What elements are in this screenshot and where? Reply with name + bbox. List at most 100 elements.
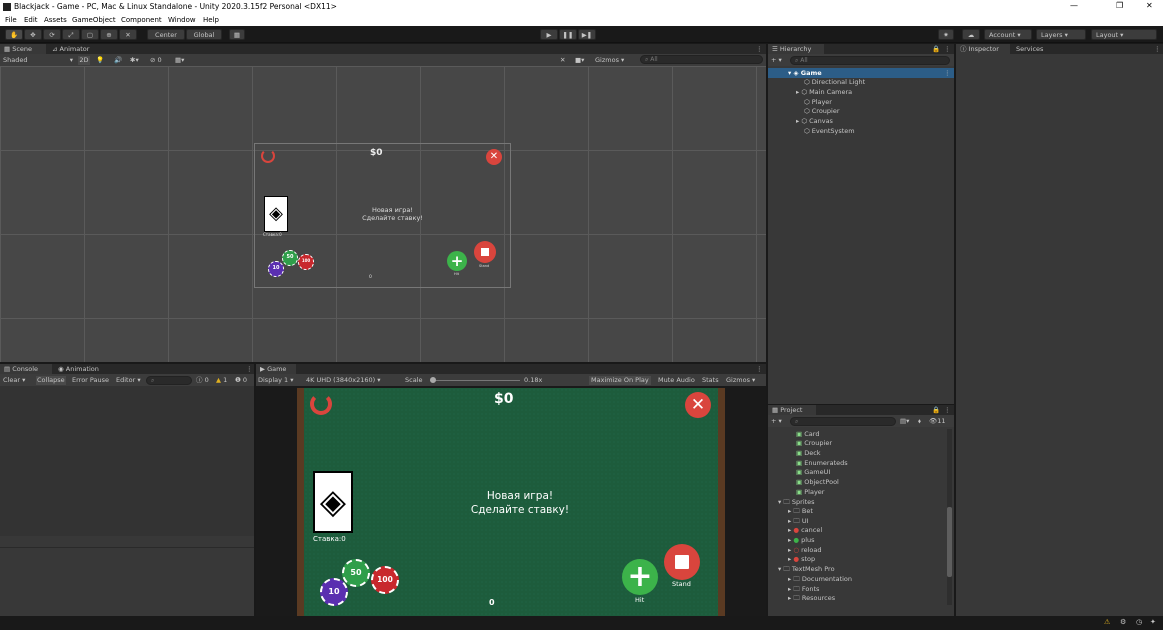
hit-button[interactable]: + (622, 559, 658, 595)
resolution-dropdown[interactable]: 4K UHD (3840x2160) ▾ (306, 376, 381, 385)
scale-slider[interactable] (430, 377, 520, 383)
reload-icon[interactable] (310, 393, 332, 415)
project-item-enumerateds[interactable]: ▣ Enumerateds (796, 459, 848, 467)
hierarchy-selected-row[interactable]: ▾ ◈ Game ⋮ (768, 68, 954, 78)
project-item-card[interactable]: ▣ Card (796, 430, 819, 438)
effects-icon[interactable]: ✱▾ (130, 56, 139, 65)
camera-icon[interactable]: ■▾ (575, 56, 584, 65)
scene-search-input[interactable]: ⌕ All (640, 55, 763, 64)
tab-animation[interactable]: ◉ Animation (54, 364, 108, 374)
layers-dropdown[interactable]: Layers ▾ (1036, 29, 1086, 40)
tab-hierarchy[interactable]: ☰ Hierarchy (768, 44, 824, 54)
tools-icon[interactable]: ✕ (560, 56, 565, 65)
collab-icon[interactable]: ✷ (938, 29, 954, 40)
tab-services[interactable]: Services (1012, 44, 1058, 54)
pivot-center-button[interactable]: Center (147, 29, 185, 40)
project-scrollbar[interactable] (947, 429, 952, 605)
menu-component[interactable]: Component (121, 16, 162, 24)
hierarchy-search-input[interactable]: ⌕ All (790, 56, 950, 65)
maximize-on-play-toggle[interactable]: Maximize On Play (589, 376, 651, 385)
hierarchy-item-main-camera[interactable]: ▸ ⬡ Main Camera (796, 88, 852, 96)
mute-audio-toggle[interactable]: Mute Audio (658, 376, 695, 385)
filter-type-icon[interactable]: ▤▾ (900, 417, 909, 426)
progress-icon[interactable]: ◷ (1136, 618, 1142, 626)
error-count[interactable]: ❶ 0 (235, 376, 247, 385)
panel-menu-icon[interactable]: ⋮ (1150, 44, 1163, 54)
game-gizmos-dropdown[interactable]: Gizmos ▾ (726, 376, 755, 385)
pivot-global-button[interactable]: Global (186, 29, 222, 40)
maximize-icon[interactable]: ❐ (1116, 1, 1123, 10)
cancel-icon[interactable]: ✕ (685, 392, 711, 418)
project-sprite-reload[interactable]: ▸ ○ reload (788, 546, 822, 554)
clear-dropdown[interactable]: Clear ▾ (3, 376, 25, 385)
project-sprite-stop[interactable]: ▸ ● stop (788, 555, 815, 563)
panel-menu-icon[interactable]: ⋮ (940, 44, 955, 54)
panel-menu-icon[interactable]: ⋮ (242, 364, 257, 374)
create-dropdown[interactable]: + ▾ (771, 56, 782, 65)
rotate-tool-icon[interactable]: ⟳ (43, 29, 61, 40)
minimize-icon[interactable]: — (1070, 1, 1078, 10)
pause-icon[interactable]: ❚❚ (559, 29, 577, 40)
chip-100-button[interactable]: 100 (371, 566, 399, 594)
move-tool-icon[interactable]: ✥ (24, 29, 42, 40)
menu-help[interactable]: Help (203, 16, 219, 24)
error-pause-toggle[interactable]: Error Pause (72, 376, 109, 385)
menu-window[interactable]: Window (168, 16, 196, 24)
menu-edit[interactable]: Edit (24, 16, 38, 24)
tab-animator[interactable]: ⊿ Animator (48, 44, 98, 54)
warning-count[interactable]: ▲ 1 (216, 376, 227, 385)
project-item-objectpool[interactable]: ▣ ObjectPool (796, 478, 839, 486)
tab-scene[interactable]: ▦ Scene (0, 44, 46, 54)
tab-project[interactable]: ▦ Project (768, 405, 816, 415)
scale-tool-icon[interactable]: ⤢ (62, 29, 80, 40)
hidden-objects-icon[interactable]: ⊘ 0 (150, 56, 162, 65)
hierarchy-item-canvas[interactable]: ▸ ⬡ Canvas (796, 117, 833, 125)
editor-dropdown[interactable]: Editor ▾ (116, 376, 141, 385)
panel-menu-icon[interactable]: ⋮ (940, 405, 955, 415)
game-view[interactable]: $0 ✕ ◈ Ставка:0 Новая игра! Сделайте ста… (297, 388, 725, 616)
create-dropdown[interactable]: + ▾ (771, 417, 782, 426)
debug-icon[interactable]: ✦ (1150, 618, 1156, 626)
snap-icon[interactable]: ▦ (229, 29, 245, 40)
label-icon[interactable]: ⬧ (918, 417, 921, 426)
hierarchy-item-player[interactable]: ⬡ Player (804, 98, 832, 106)
chip-50-button[interactable]: 50 (342, 559, 370, 587)
info-count[interactable]: ⓘ 0 (196, 376, 209, 385)
project-item-gameui[interactable]: ▣ GameUI (796, 468, 830, 476)
shading-dropdown[interactable]: Shaded ▾ (3, 56, 73, 65)
project-sprite-plus[interactable]: ▸ ● plus (788, 536, 815, 544)
project-folder-resources[interactable]: ▸ 🗀 Resources (788, 594, 835, 605)
scene-view[interactable]: $0 ✕ ◈ Ставка:0 Новая игра! Сделайте ста… (0, 66, 766, 362)
stand-button[interactable] (664, 544, 700, 580)
rect-tool-icon[interactable]: ▢ (81, 29, 99, 40)
project-sprite-cancel[interactable]: ▸ ● cancel (788, 526, 822, 534)
row-menu-icon[interactable]: ⋮ (944, 69, 951, 77)
project-item-croupier[interactable]: ▣ Croupier (796, 439, 832, 447)
grid-icon[interactable]: ▦▾ (175, 56, 184, 65)
panel-menu-icon[interactable]: ⋮ (752, 44, 767, 54)
lighting-icon[interactable]: 💡 (96, 56, 104, 65)
transform-tool-icon[interactable]: ⊕ (100, 29, 118, 40)
menu-assets[interactable]: Assets (44, 16, 67, 24)
console-search-input[interactable]: ⌕ (146, 376, 192, 385)
tab-inspector[interactable]: ⓘ Inspector (956, 44, 1010, 54)
audio-icon[interactable]: 🔊 (114, 56, 122, 65)
settings-icon[interactable]: ⚙ (1120, 618, 1126, 626)
warning-icon[interactable]: ⚠ (1104, 618, 1110, 626)
project-item-player[interactable]: ▣ Player (796, 488, 824, 496)
close-icon[interactable]: ✕ (1146, 1, 1153, 10)
hierarchy-item-croupier[interactable]: ⬡ Croupier (804, 107, 840, 115)
panel-menu-icon[interactable]: ⋮ (752, 364, 767, 374)
tab-console[interactable]: ▤ Console (0, 364, 52, 374)
step-icon[interactable]: ▶❚ (578, 29, 596, 40)
collapse-toggle[interactable]: Collapse (36, 376, 66, 385)
cloud-icon[interactable]: ☁ (962, 29, 980, 40)
console-log-area[interactable] (0, 386, 254, 536)
menu-gameobject[interactable]: GameObject (72, 16, 116, 24)
chip-10-button[interactable]: 10 (320, 578, 348, 606)
hierarchy-item-directional-light[interactable]: ⬡ Directional Light (804, 78, 865, 86)
2d-toggle[interactable]: 2D (78, 56, 90, 65)
hidden-packages-icon[interactable]: 👁11 (929, 417, 946, 426)
project-search-input[interactable]: ⌕ (790, 417, 896, 426)
custom-tool-icon[interactable]: ✕ (119, 29, 137, 40)
